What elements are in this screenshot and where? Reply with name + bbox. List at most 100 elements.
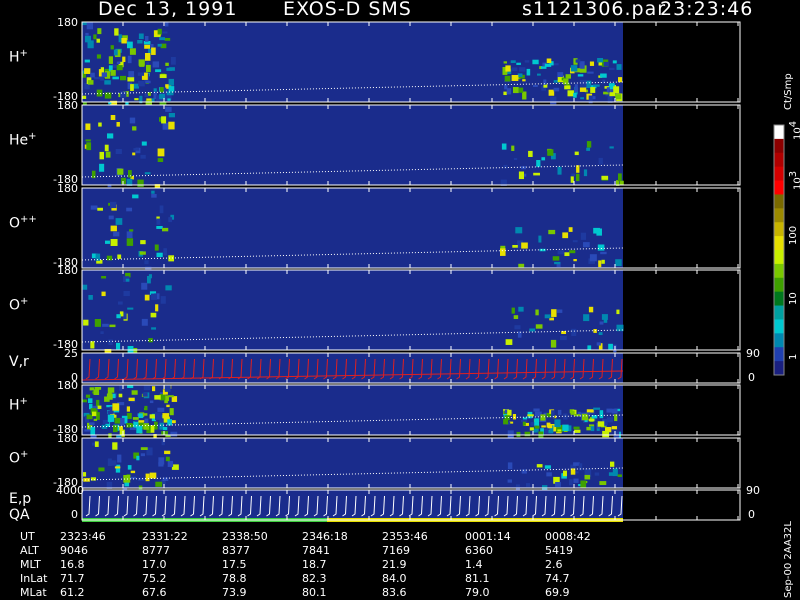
- spectrogram-cell: [165, 456, 170, 462]
- spectrogram-cell: [586, 141, 592, 148]
- footer-cell: 17.0: [142, 558, 167, 571]
- spectrogram-cell: [592, 84, 600, 87]
- panel-background: [82, 270, 623, 350]
- spectrogram-cell: [137, 72, 145, 76]
- spectrogram-cell: [109, 406, 113, 415]
- plot-stage: Dec 13, 1991 EXOS-D SMS s1121306.par 23:…: [0, 0, 800, 600]
- spectrogram-cell: [609, 67, 615, 71]
- spectrogram-cell: [575, 59, 581, 63]
- spectrogram-cell: [593, 227, 600, 234]
- y-min-label: 0: [71, 508, 78, 521]
- footer-row-label: InLat: [20, 572, 48, 585]
- panel-label-sup: +: [19, 396, 28, 407]
- spectrogram-cell: [529, 427, 534, 431]
- spectrogram-cell: [127, 55, 132, 64]
- footer-cell: 1.4: [465, 558, 483, 571]
- footer-cell: 2323:46: [60, 530, 106, 543]
- spectrogram-cell: [564, 85, 571, 90]
- spectrogram-cell: [554, 261, 561, 265]
- spectrogram-cell: [606, 417, 613, 423]
- colorbar-segment: [774, 208, 784, 223]
- spectrogram-cell: [544, 428, 549, 434]
- spectrogram-cell: [553, 87, 560, 92]
- spectrogram-cell: [82, 399, 87, 403]
- spectrogram-cell: [517, 331, 522, 338]
- footer-stamp: Sep-00 2AA32L: [783, 521, 794, 598]
- spectrogram-cell: [564, 252, 570, 257]
- spectrogram-cell: [122, 56, 126, 63]
- spectrogram-cell: [145, 36, 149, 42]
- spectrogram-cell: [99, 151, 105, 160]
- colorbar-segment: [774, 250, 784, 265]
- spectrogram-cell: [129, 117, 136, 124]
- spectrogram-cell: [82, 284, 88, 290]
- spectrogram-cell: [113, 231, 120, 237]
- spectrogram-cell: [548, 89, 555, 96]
- spectrogram-cell: [616, 309, 620, 315]
- spectrogram-cell: [138, 33, 144, 40]
- spectrogram-cell: [152, 386, 156, 392]
- spectrogram-cell: [119, 417, 125, 426]
- spectrogram-cell: [511, 75, 519, 81]
- spectrogram-cell: [153, 88, 157, 92]
- spectrogram-cell: [151, 190, 155, 194]
- panel-label-sup: +: [28, 131, 37, 142]
- spectrogram-cell: [144, 172, 151, 175]
- panel-label: E,p: [9, 491, 32, 507]
- spectrogram-cell: [139, 62, 145, 67]
- spectrogram-cell: [579, 87, 587, 92]
- panel-6: [81, 437, 741, 492]
- footer-cell: 2.6: [545, 558, 563, 571]
- spectrogram-cell: [86, 414, 93, 420]
- footer-cell: 79.0: [465, 586, 490, 599]
- panel-label: V,r: [9, 354, 29, 370]
- spectrogram-cell: [586, 409, 594, 413]
- colorbar-tick: 104: [788, 120, 800, 140]
- spectrogram-cell: [505, 65, 511, 72]
- spectrogram-cell: [133, 148, 140, 151]
- spectrogram-cell: [575, 471, 579, 474]
- spectrogram-cell: [85, 139, 91, 142]
- spectrogram-cell: [126, 207, 133, 212]
- spectrogram-cell: [110, 70, 116, 76]
- spectrogram-cell: [130, 470, 136, 474]
- panel-label-sup: +: [20, 449, 29, 460]
- spectrogram-cell: [517, 73, 523, 78]
- spectrogram-cell: [563, 470, 567, 477]
- spectrogram-cell: [612, 468, 618, 477]
- colorbar-segment: [774, 319, 784, 334]
- footer-row-label: ALT: [20, 544, 39, 557]
- panel-5: [81, 384, 741, 441]
- colorbar-segment: [774, 277, 784, 293]
- spectrogram-cell: [123, 291, 130, 297]
- spectrogram-cell: [588, 418, 595, 422]
- spectrogram-cell: [96, 54, 102, 59]
- spectrogram-cell: [138, 80, 145, 87]
- spectrogram-cell: [117, 254, 122, 259]
- spectrogram-cell: [576, 173, 580, 182]
- spectrogram-cell: [569, 479, 573, 486]
- spectrogram-cell: [128, 397, 135, 402]
- spectrogram-cell: [110, 201, 117, 209]
- footer-cell: 7841: [302, 544, 330, 557]
- spectrogram-cell: [87, 80, 94, 85]
- footer-cell: 83.6: [382, 586, 407, 599]
- spectrogram-cell: [96, 89, 103, 97]
- spectrogram-cell: [165, 62, 169, 66]
- spectrogram-cell: [528, 150, 533, 157]
- spectrogram-cell: [518, 87, 524, 93]
- spectrogram-cell: [126, 406, 131, 412]
- spectrogram-cell: [533, 430, 538, 433]
- spectrogram-cell: [580, 232, 587, 240]
- spectrogram-cell: [532, 59, 539, 65]
- spectrogram-cell: [144, 93, 149, 98]
- spectrogram-cell: [86, 22, 94, 30]
- spectrogram-cell: [167, 460, 174, 467]
- spectrogram-cell: [93, 389, 100, 396]
- spectrogram-cell: [150, 44, 154, 48]
- spectrogram-cell: [161, 431, 168, 435]
- spectrogram-cell: [154, 413, 161, 417]
- spectrogram-cell: [114, 28, 119, 36]
- spectrogram-cell: [518, 306, 524, 312]
- spectrogram-cell: [108, 215, 114, 220]
